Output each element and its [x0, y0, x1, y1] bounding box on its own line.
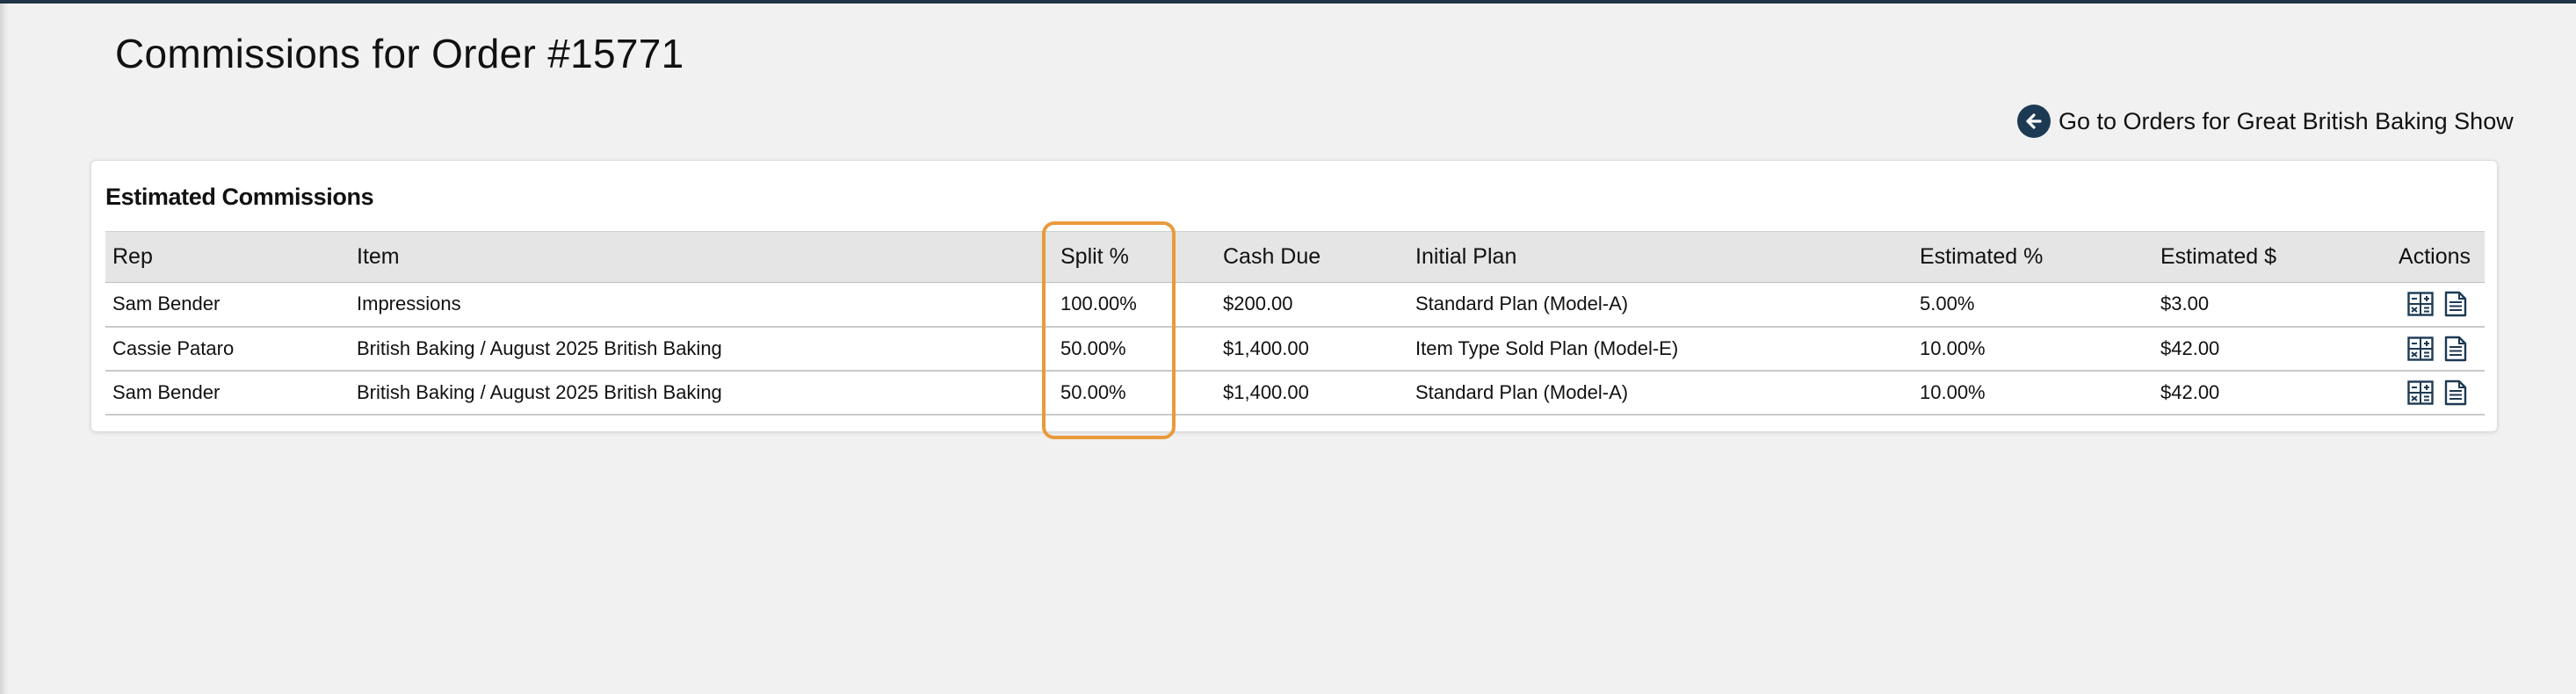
cell-actions: [2370, 370, 2485, 416]
table-row: Sam Bender British Baking / August 2025 …: [105, 370, 2485, 416]
calculator-icon[interactable]: [2407, 292, 2434, 316]
cell-rep: Sam Bender: [105, 282, 350, 328]
card-title: Estimated Commissions: [105, 184, 374, 210]
estimated-commissions-card: Estimated Commissions Rep Item Split % C…: [90, 160, 2498, 432]
calculator-icon[interactable]: [2407, 336, 2434, 361]
cell-rep: Cassie Pataro: [105, 326, 350, 372]
left-edge-shadow: [0, 4, 9, 694]
cell-estimated-amt: $42.00: [2153, 370, 2370, 416]
document-icon[interactable]: [2444, 336, 2467, 362]
cell-split: 100.00%: [1053, 282, 1216, 328]
cell-cash-due: $200.00: [1216, 282, 1408, 328]
top-strip: [0, 0, 2576, 4]
back-link-label: Go to Orders for Great British Baking Sh…: [2059, 107, 2514, 134]
cell-rep: Sam Bender: [105, 370, 350, 416]
cell-estimated-pct: 5.00%: [1913, 282, 2153, 328]
table-row: Cassie Pataro British Baking / August 20…: [105, 326, 2485, 372]
col-header-split[interactable]: Split %: [1053, 231, 1216, 283]
arrow-left-circle-icon: [2017, 105, 2051, 138]
cell-cash-due: $1,400.00: [1216, 370, 1408, 416]
cell-actions: [2370, 326, 2485, 372]
cell-initial-plan: Item Type Sold Plan (Model-E): [1408, 326, 1913, 372]
cell-item: British Baking / August 2025 British Bak…: [350, 326, 1053, 372]
cell-estimated-amt: $3.00: [2153, 282, 2370, 328]
cell-actions: [2370, 282, 2485, 328]
cell-split: 50.00%: [1053, 326, 1216, 372]
col-header-item[interactable]: Item: [350, 231, 1053, 283]
document-icon[interactable]: [2444, 380, 2467, 406]
table-header-row: Rep Item Split % Cash Due Initial Plan E…: [105, 231, 2485, 283]
cell-estimated-pct: 10.00%: [1913, 370, 2153, 416]
cell-split: 50.00%: [1053, 370, 1216, 416]
cell-initial-plan: Standard Plan (Model-A): [1408, 370, 1913, 416]
col-header-cash-due[interactable]: Cash Due: [1216, 231, 1408, 283]
col-header-estimated-pct[interactable]: Estimated %: [1913, 231, 2153, 283]
col-header-estimated-amt[interactable]: Estimated $: [2153, 231, 2370, 283]
commissions-table: Rep Item Split % Cash Due Initial Plan E…: [105, 231, 2485, 416]
cell-estimated-pct: 10.00%: [1913, 326, 2153, 372]
back-to-orders-link[interactable]: Go to Orders for Great British Baking Sh…: [2017, 104, 2514, 139]
col-header-actions: Actions: [2370, 231, 2485, 283]
col-header-rep[interactable]: Rep: [105, 231, 350, 283]
cell-item: Impressions: [350, 282, 1053, 328]
document-icon[interactable]: [2444, 291, 2467, 317]
cell-estimated-amt: $42.00: [2153, 326, 2370, 372]
calculator-icon[interactable]: [2407, 380, 2434, 405]
cell-initial-plan: Standard Plan (Model-A): [1408, 282, 1913, 328]
cell-item: British Baking / August 2025 British Bak…: [350, 370, 1053, 416]
table-row: Sam Bender Impressions 100.00% $200.00 S…: [105, 282, 2485, 328]
page-title: Commissions for Order #15771: [115, 31, 684, 76]
cell-cash-due: $1,400.00: [1216, 326, 1408, 372]
col-header-initial-plan[interactable]: Initial Plan: [1408, 231, 1913, 283]
